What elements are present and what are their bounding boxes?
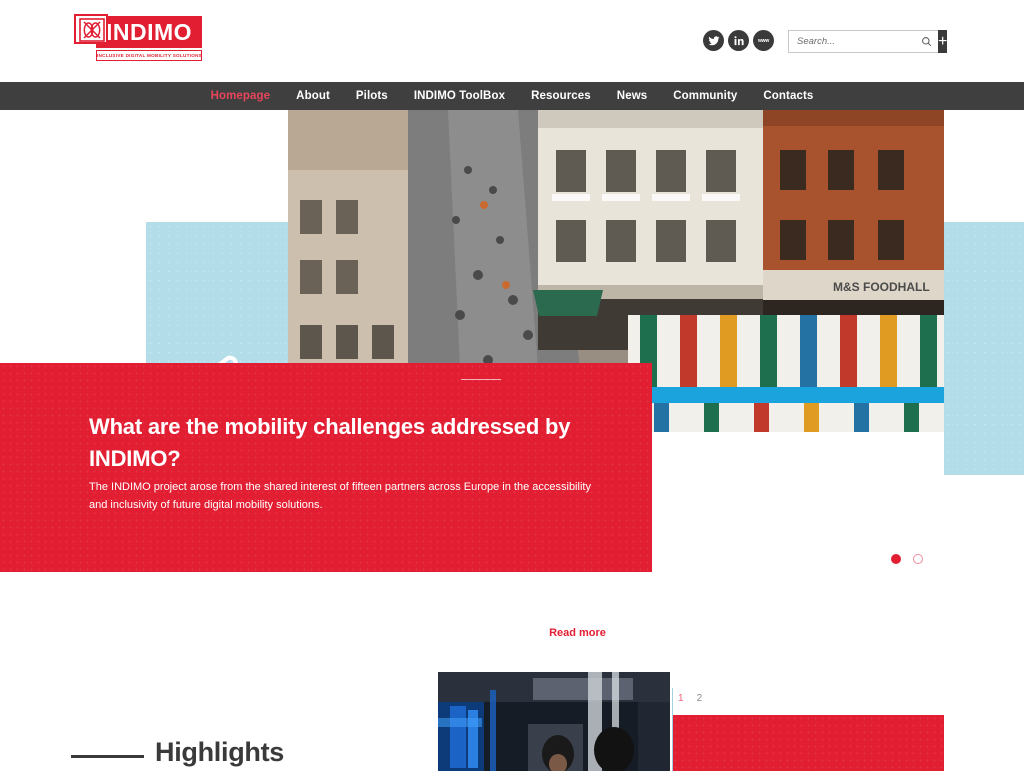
hero-banner-title: What are the mobility challenges address… xyxy=(89,414,571,471)
highlight-divider-line xyxy=(672,688,673,771)
svg-text:M&S FOODHALL: M&S FOODHALL xyxy=(833,280,930,294)
hero-banner: What are the mobility challenges address… xyxy=(0,363,652,572)
search-field[interactable] xyxy=(788,30,938,53)
search-submit-button[interactable]: + xyxy=(938,30,948,53)
hero-section: M&S FOODHALL What are the mobility chall… xyxy=(0,110,1024,644)
site-header: INDIMO INCLUSIVE DIGITAL MOBILITY SOLUTI… xyxy=(0,0,1024,82)
hero-cta-rule xyxy=(461,379,501,380)
highlights-page-2[interactable]: 2 xyxy=(697,693,703,704)
linkedin-icon[interactable] xyxy=(728,30,749,51)
main-navigation: Homepage About Pilots INDIMO ToolBox Res… xyxy=(0,82,1024,110)
nav-item-community[interactable]: Community xyxy=(660,90,750,102)
nav-item-homepage[interactable]: Homepage xyxy=(198,90,284,102)
nav-item-about[interactable]: About xyxy=(283,90,343,102)
highlights-page-1[interactable]: 1 xyxy=(678,693,684,704)
highlight-image[interactable] xyxy=(438,672,670,771)
search-box: + xyxy=(788,30,948,53)
nav-item-news[interactable]: News xyxy=(604,90,660,102)
search-input[interactable] xyxy=(797,36,921,47)
hero-carousel-dots xyxy=(891,554,923,564)
highlight-red-block xyxy=(672,715,944,771)
highlights-title: Highlights xyxy=(155,737,284,767)
highlights-pagination: 1 2 xyxy=(678,693,702,704)
nav-item-resources[interactable]: Resources xyxy=(518,90,604,102)
site-logo[interactable]: INDIMO INCLUSIVE DIGITAL MOBILITY SOLUTI… xyxy=(74,14,202,62)
website-icon[interactable]: www xyxy=(753,30,774,51)
carousel-dot-1[interactable] xyxy=(891,554,901,564)
nav-item-indimo-toolbox[interactable]: INDIMO ToolBox xyxy=(401,90,518,102)
carousel-dot-2[interactable] xyxy=(913,554,923,564)
nav-item-contacts[interactable]: Contacts xyxy=(750,90,826,102)
decorative-blue-panel-right xyxy=(944,222,1024,475)
logo-wordmark-bar: INDIMO xyxy=(96,16,202,48)
read-more-button[interactable]: Read more xyxy=(521,622,634,644)
highlights-rule xyxy=(71,755,144,758)
twitter-icon[interactable] xyxy=(703,30,724,51)
homepage: INDIMO INCLUSIVE DIGITAL MOBILITY SOLUTI… xyxy=(0,0,1024,771)
logo-wordmark: INDIMO xyxy=(105,19,193,45)
logo-mark-icon xyxy=(74,14,108,44)
nav-item-pilots[interactable]: Pilots xyxy=(343,90,401,102)
search-icon xyxy=(922,37,932,47)
logo-tagline: INCLUSIVE DIGITAL MOBILITY SOLUTIONS xyxy=(96,50,202,61)
hero-banner-subtitle: The INDIMO project arose from the shared… xyxy=(89,481,591,511)
